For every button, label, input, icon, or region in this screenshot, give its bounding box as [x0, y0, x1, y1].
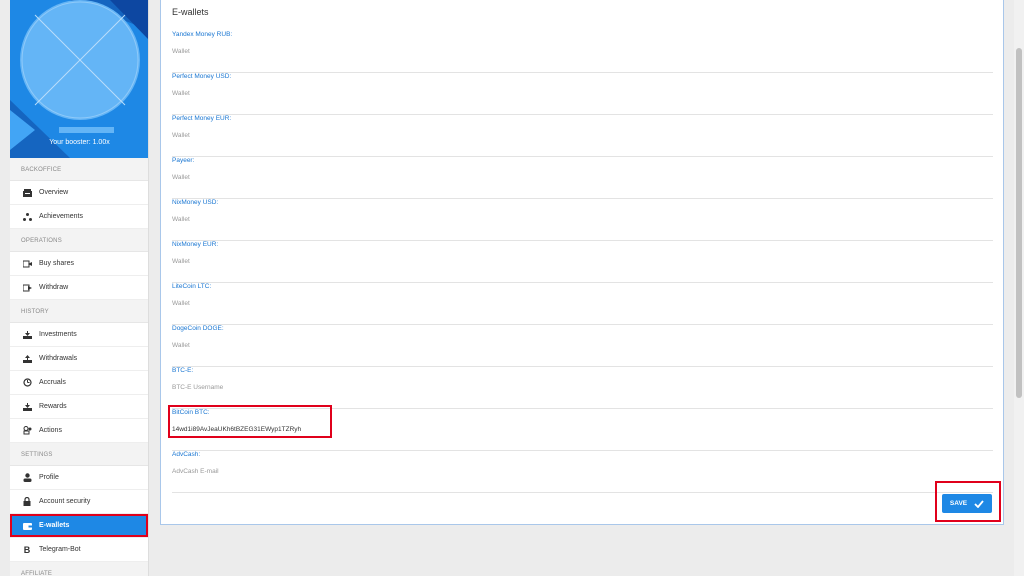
history-icon [22, 378, 32, 388]
upload-tray-icon [22, 354, 32, 364]
sidebar-item-rewards[interactable]: Rewards [10, 395, 148, 419]
field-label: Payeer: [172, 157, 195, 164]
nixmoney-eur-input[interactable] [172, 254, 993, 268]
sidebar-item-overview[interactable]: Overview [10, 181, 148, 205]
sidebar-item-investments[interactable]: Investments [10, 323, 148, 347]
litecoin-ltc-input[interactable] [172, 296, 993, 310]
booster-text: Your booster: 1.00x [49, 139, 110, 146]
sidebar: Your booster: 1.00x BACKOFFICE Overview … [10, 0, 149, 576]
ewallets-panel: E-wallets Yandex Money RUB: Perfect Mone… [160, 0, 1004, 525]
sidebar-item-withdraw[interactable]: Withdraw [10, 276, 148, 300]
section-settings: SETTINGS [10, 443, 148, 466]
page-title: E-wallets [172, 7, 209, 17]
field-label: Perfect Money USD: [172, 73, 232, 80]
users-icon [22, 426, 32, 436]
field-label: NixMoney USD: [172, 199, 219, 206]
sidebar-item-label: Withdrawals [39, 355, 78, 362]
user-icon [22, 473, 32, 483]
download-tray-icon [22, 330, 32, 340]
field-btc-e: BTC-E: [172, 367, 993, 409]
sidebar-item-profile[interactable]: Profile [10, 466, 148, 490]
sidebar-item-label: Overview [39, 189, 69, 196]
sidebar-item-label: Accruals [39, 379, 66, 386]
sidebar-item-label: Profile [39, 474, 59, 481]
section-affiliate: AFFILIATE [10, 562, 148, 576]
sidebar-item-label: Rewards [39, 403, 67, 410]
booster-banner: Your booster: 1.00x [10, 0, 148, 158]
field-label: LiteCoin LTC: [172, 283, 212, 290]
field-perfect-money-eur: Perfect Money EUR: [172, 115, 993, 157]
b-icon: B [23, 544, 31, 555]
sidebar-item-label: Withdraw [39, 284, 69, 291]
section-operations: OPERATIONS [10, 229, 148, 252]
download-tray-icon [22, 402, 32, 412]
sidebar-item-label: Achievements [39, 213, 83, 220]
lock-icon [22, 497, 32, 507]
highlight-box [10, 514, 148, 537]
perfect-money-eur-input[interactable] [172, 128, 993, 142]
section-history: HISTORY [10, 300, 148, 323]
cart-in-icon [22, 259, 32, 269]
nixmoney-usd-input[interactable] [172, 212, 993, 226]
bitcoin-highlight-box [168, 405, 332, 438]
field-label: NixMoney EUR: [172, 241, 219, 248]
scrollbar-thumb[interactable] [1016, 48, 1022, 398]
inbox-icon [22, 188, 32, 198]
field-label: Perfect Money EUR: [172, 115, 232, 122]
cart-out-icon [22, 283, 32, 293]
field-nixmoney-eur: NixMoney EUR: [172, 241, 993, 283]
sidebar-item-withdrawals[interactable]: Withdrawals [10, 347, 148, 371]
field-label: Yandex Money RUB: [172, 31, 233, 38]
sidebar-item-label: Telegram-Bot [39, 546, 81, 553]
yandex-money-rub-input[interactable] [172, 44, 993, 58]
sidebar-item-telegram-bot[interactable]: B Telegram-Bot [10, 538, 148, 562]
sidebar-item-actions[interactable]: Actions [10, 419, 148, 443]
field-perfect-money-usd: Perfect Money USD: [172, 73, 993, 115]
sidebar-item-ewallets[interactable]: E-wallets [10, 514, 148, 538]
sidebar-item-achievements[interactable]: Achievements [10, 205, 148, 229]
field-litecoin-ltc: LiteCoin LTC: [172, 283, 993, 325]
sidebar-item-label: Actions [39, 427, 62, 434]
dogecoin-doge-input[interactable] [172, 338, 993, 352]
sidebar-item-buy-shares[interactable]: Buy shares [10, 252, 148, 276]
field-label: DogeCoin DOGE: [172, 325, 224, 332]
save-highlight-box [935, 481, 1001, 522]
field-label: BTC-E: [172, 367, 194, 374]
field-dogecoin-doge: DogeCoin DOGE: [172, 325, 993, 367]
section-backoffice: BACKOFFICE [10, 158, 148, 181]
booster-progress [59, 127, 114, 133]
btc-e-input[interactable] [172, 380, 993, 394]
field-label: AdvCash: [172, 451, 201, 458]
page-scrollbar[interactable] [1014, 0, 1024, 576]
field-nixmoney-usd: NixMoney USD: [172, 199, 993, 241]
advcash-input[interactable] [172, 464, 993, 478]
perfect-money-usd-input[interactable] [172, 86, 993, 100]
sidebar-item-label: Account security [39, 498, 91, 505]
payeer-input[interactable] [172, 170, 993, 184]
field-payeer: Payeer: [172, 157, 993, 199]
field-yandex-money-rub: Yandex Money RUB: [172, 31, 993, 73]
sidebar-item-account-security[interactable]: Account security [10, 490, 148, 514]
network-icon [22, 212, 32, 222]
sidebar-item-accruals[interactable]: Accruals [10, 371, 148, 395]
banner-graphic [10, 0, 148, 158]
field-advcash: AdvCash: [172, 451, 993, 493]
sidebar-item-label: Buy shares [39, 260, 75, 267]
sidebar-item-label: Investments [39, 331, 77, 338]
